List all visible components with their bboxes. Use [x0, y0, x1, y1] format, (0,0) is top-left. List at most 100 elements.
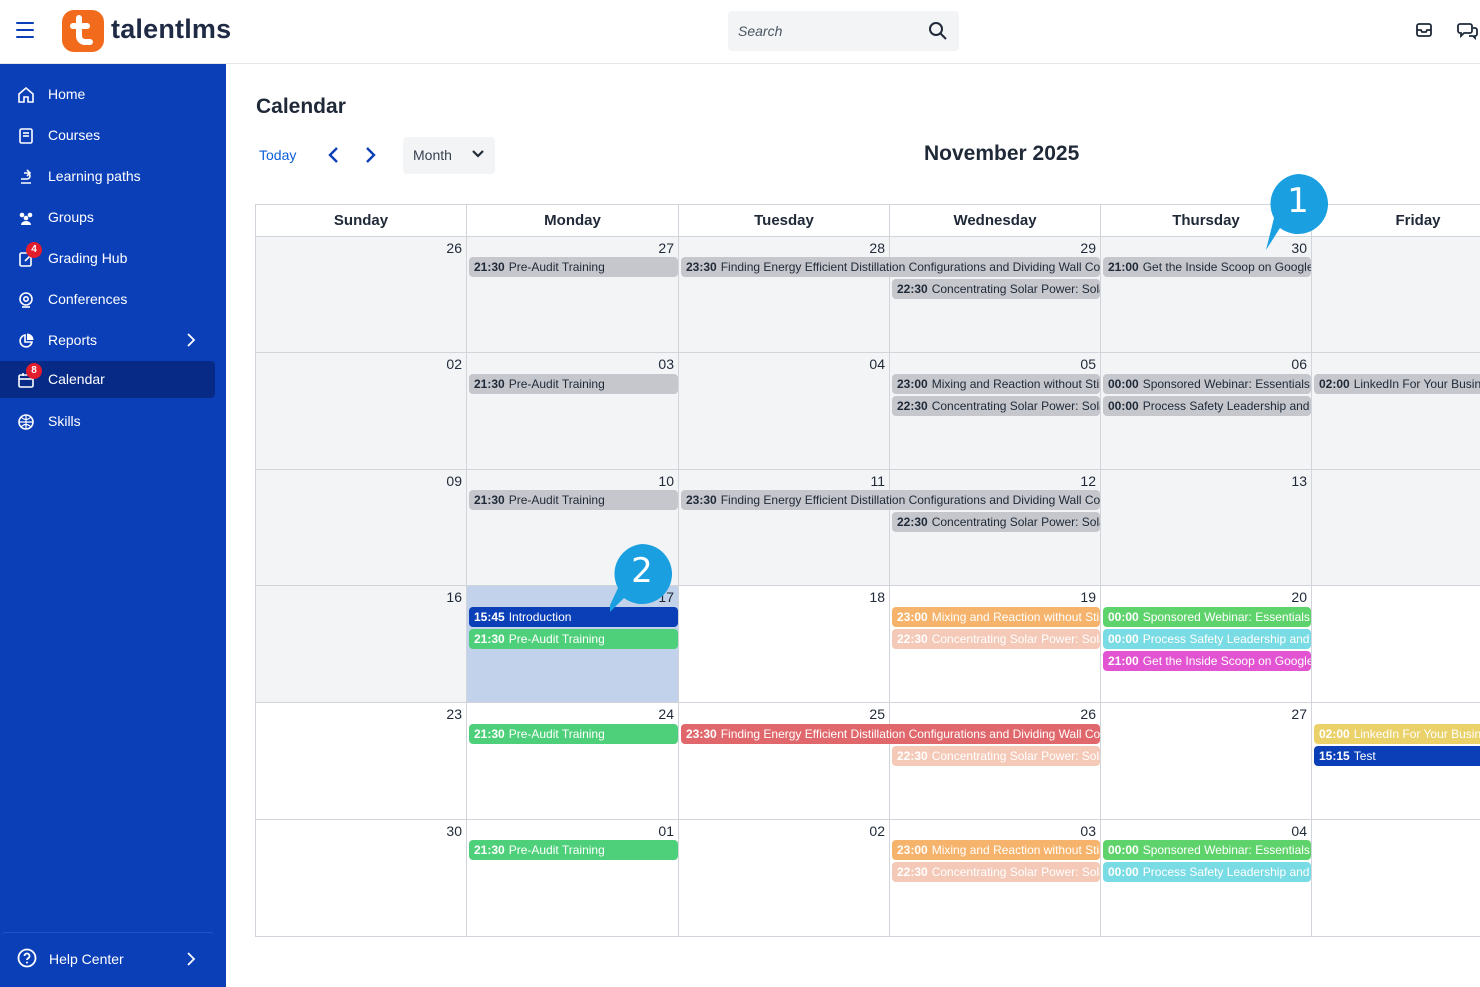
grading-hub-badge: 4 [26, 242, 42, 258]
view-select-value: Month [413, 147, 452, 163]
day-cell[interactable]: 30 [1101, 237, 1312, 353]
calendar-event[interactable]: 22:30 Concentrating Solar Power: Sola [892, 279, 1100, 299]
help-icon [17, 948, 37, 968]
sidebar-item-reports[interactable]: Reports [0, 322, 226, 359]
day-cell[interactable]: 04 [679, 353, 890, 470]
hamburger-menu-icon[interactable] [16, 22, 34, 38]
weekday-header-friday: Friday [1312, 204, 1480, 237]
calendar-event[interactable]: 21:30 Pre-Audit Training [469, 840, 678, 860]
sidebar-item-conferences[interactable]: Conferences [0, 281, 226, 318]
calendar-event[interactable]: 21:30 Pre-Audit Training [469, 257, 678, 277]
sidebar-item-label: Calendar [48, 371, 105, 387]
weekday-header-tuesday: Tuesday [679, 204, 890, 237]
calendar-event[interactable]: 22:30 Concentrating Solar Power: Sola [892, 512, 1100, 532]
help-center-button[interactable]: Help Center [2, 932, 214, 984]
calendar-event[interactable]: 23:00 Mixing and Reaction without Stir [892, 840, 1100, 860]
day-cell[interactable]: 28 [679, 237, 890, 353]
day-cell[interactable]: 01 [467, 820, 679, 937]
calendar-event[interactable]: 00:00 Process Safety Leadership and tl [1103, 396, 1311, 416]
calendar-event[interactable]: 00:00 Process Safety Leadership and tl [1103, 862, 1311, 882]
calendar-event[interactable]: 23:00 Mixing and Reaction without Stir [892, 374, 1100, 394]
day-cell[interactable]: 27 [1101, 703, 1312, 820]
sidebar-item-learning-paths[interactable]: Learning paths [0, 158, 226, 195]
calendar-event[interactable]: 02:00 LinkedIn For Your Busines [1314, 724, 1480, 744]
talentlms-logo-icon[interactable] [62, 10, 104, 52]
calendar-event[interactable]: 23:30 Finding Energy Efficient Distillati… [681, 257, 1100, 277]
calendar-event[interactable]: 22:30 Concentrating Solar Power: Sola [892, 746, 1100, 766]
brand-name[interactable]: talentlms [111, 14, 231, 45]
search-box[interactable] [728, 11, 959, 51]
day-cell[interactable]: 18 [679, 586, 890, 703]
chat-icon[interactable] [1457, 20, 1479, 40]
day-cell[interactable]: 09 [256, 470, 467, 586]
day-cell[interactable]: 25 [679, 703, 890, 820]
day-cell[interactable] [1312, 237, 1480, 353]
sidebar-item-label: Home [48, 86, 86, 102]
day-cell[interactable]: 11 [679, 470, 890, 586]
day-cell[interactable]: 27 [467, 237, 679, 353]
sidebar-item-label: Groups [48, 209, 94, 225]
sidebar-item-home[interactable]: Home [0, 76, 226, 113]
page-title: Calendar [256, 95, 346, 118]
chevron-down-icon [472, 150, 484, 158]
day-cell[interactable]: 13 [1101, 470, 1312, 586]
sidebar-item-courses[interactable]: Courses [0, 117, 226, 154]
sidebar-item-label: Learning paths [48, 168, 141, 184]
inbox-icon[interactable] [1414, 20, 1434, 40]
top-bar: talentlms [0, 0, 1480, 64]
day-cell[interactable]: 30 [256, 820, 467, 937]
calendar-event[interactable]: 02:00 LinkedIn For Your Busines [1314, 374, 1480, 394]
day-cell[interactable] [1312, 820, 1480, 937]
day-cell[interactable] [1312, 586, 1480, 703]
calendar-event[interactable]: 22:30 Concentrating Solar Power: Sola [892, 629, 1100, 649]
sidebar-item-groups[interactable]: Groups [0, 199, 226, 236]
calendar-event[interactable]: 21:30 Pre-Audit Training [469, 629, 678, 649]
calendar-event[interactable]: 23:30 Finding Energy Efficient Distillati… [681, 724, 1100, 744]
sidebar: Home Courses Learning paths Groups 4 Gra… [0, 64, 226, 987]
day-cell[interactable]: 23 [256, 703, 467, 820]
sidebar-item-calendar[interactable]: 8 Calendar [0, 361, 226, 398]
sidebar-item-skills[interactable]: Skills [0, 403, 226, 440]
weekday-header-monday: Monday [467, 204, 679, 237]
conferences-icon [19, 292, 33, 308]
calendar-event[interactable]: 00:00 Sponsored Webinar: Essentials c [1103, 607, 1311, 627]
view-select[interactable]: Month [403, 137, 495, 174]
courses-icon [19, 128, 33, 144]
home-icon [18, 86, 34, 103]
calendar-event[interactable]: 00:00 Process Safety Leadership and tl [1103, 629, 1311, 649]
callout-marker-1: 1 [1266, 172, 1332, 250]
calendar-event[interactable]: 23:30 Finding Energy Efficient Distillati… [681, 490, 1100, 510]
calendar-event[interactable]: 22:30 Concentrating Solar Power: Sola [892, 396, 1100, 416]
calendar-event[interactable]: 00:00 Sponsored Webinar: Essentials c [1103, 840, 1311, 860]
search-icon[interactable] [928, 21, 948, 41]
weekday-header-wednesday: Wednesday [890, 204, 1101, 237]
day-cell[interactable]: 26 [256, 237, 467, 353]
reports-icon [19, 333, 34, 348]
sidebar-item-grading-hub[interactable]: 4 Grading Hub [0, 240, 226, 277]
chevron-right-icon [187, 952, 196, 966]
calendar-event[interactable]: 00:00 Sponsored Webinar: Essentials c [1103, 374, 1311, 394]
day-cell[interactable]: 24 [467, 703, 679, 820]
calendar-event[interactable]: 21:00 Get the Inside Scoop on Google A [1103, 651, 1311, 671]
day-cell[interactable] [1312, 353, 1480, 470]
day-cell[interactable]: 02 [256, 353, 467, 470]
learning-paths-icon [21, 169, 32, 184]
calendar-event[interactable]: 15:15 Test [1314, 746, 1480, 766]
calendar-event[interactable]: 23:00 Mixing and Reaction without Stir [892, 607, 1100, 627]
sidebar-item-label: Reports [48, 332, 98, 348]
calendar-event[interactable]: 22:30 Concentrating Solar Power: Sola [892, 862, 1100, 882]
calendar-event[interactable]: 21:30 Pre-Audit Training [469, 374, 678, 394]
today-button[interactable]: Today [259, 147, 296, 163]
day-cell[interactable]: 03 [467, 353, 679, 470]
day-cell[interactable]: 02 [679, 820, 890, 937]
calendar-event[interactable]: 21:30 Pre-Audit Training [469, 490, 678, 510]
search-input[interactable] [738, 21, 918, 41]
next-month-icon[interactable] [360, 145, 380, 165]
calendar-event[interactable]: 21:30 Pre-Audit Training [469, 724, 678, 744]
day-cell[interactable] [1312, 470, 1480, 586]
calendar-event[interactable]: 21:00 Get the Inside Scoop on Google A [1103, 257, 1311, 277]
sidebar-item-label: Grading Hub [48, 250, 128, 266]
day-cell[interactable]: 16 [256, 586, 467, 703]
prev-month-icon[interactable] [324, 145, 344, 165]
calendar-badge: 8 [26, 363, 42, 379]
